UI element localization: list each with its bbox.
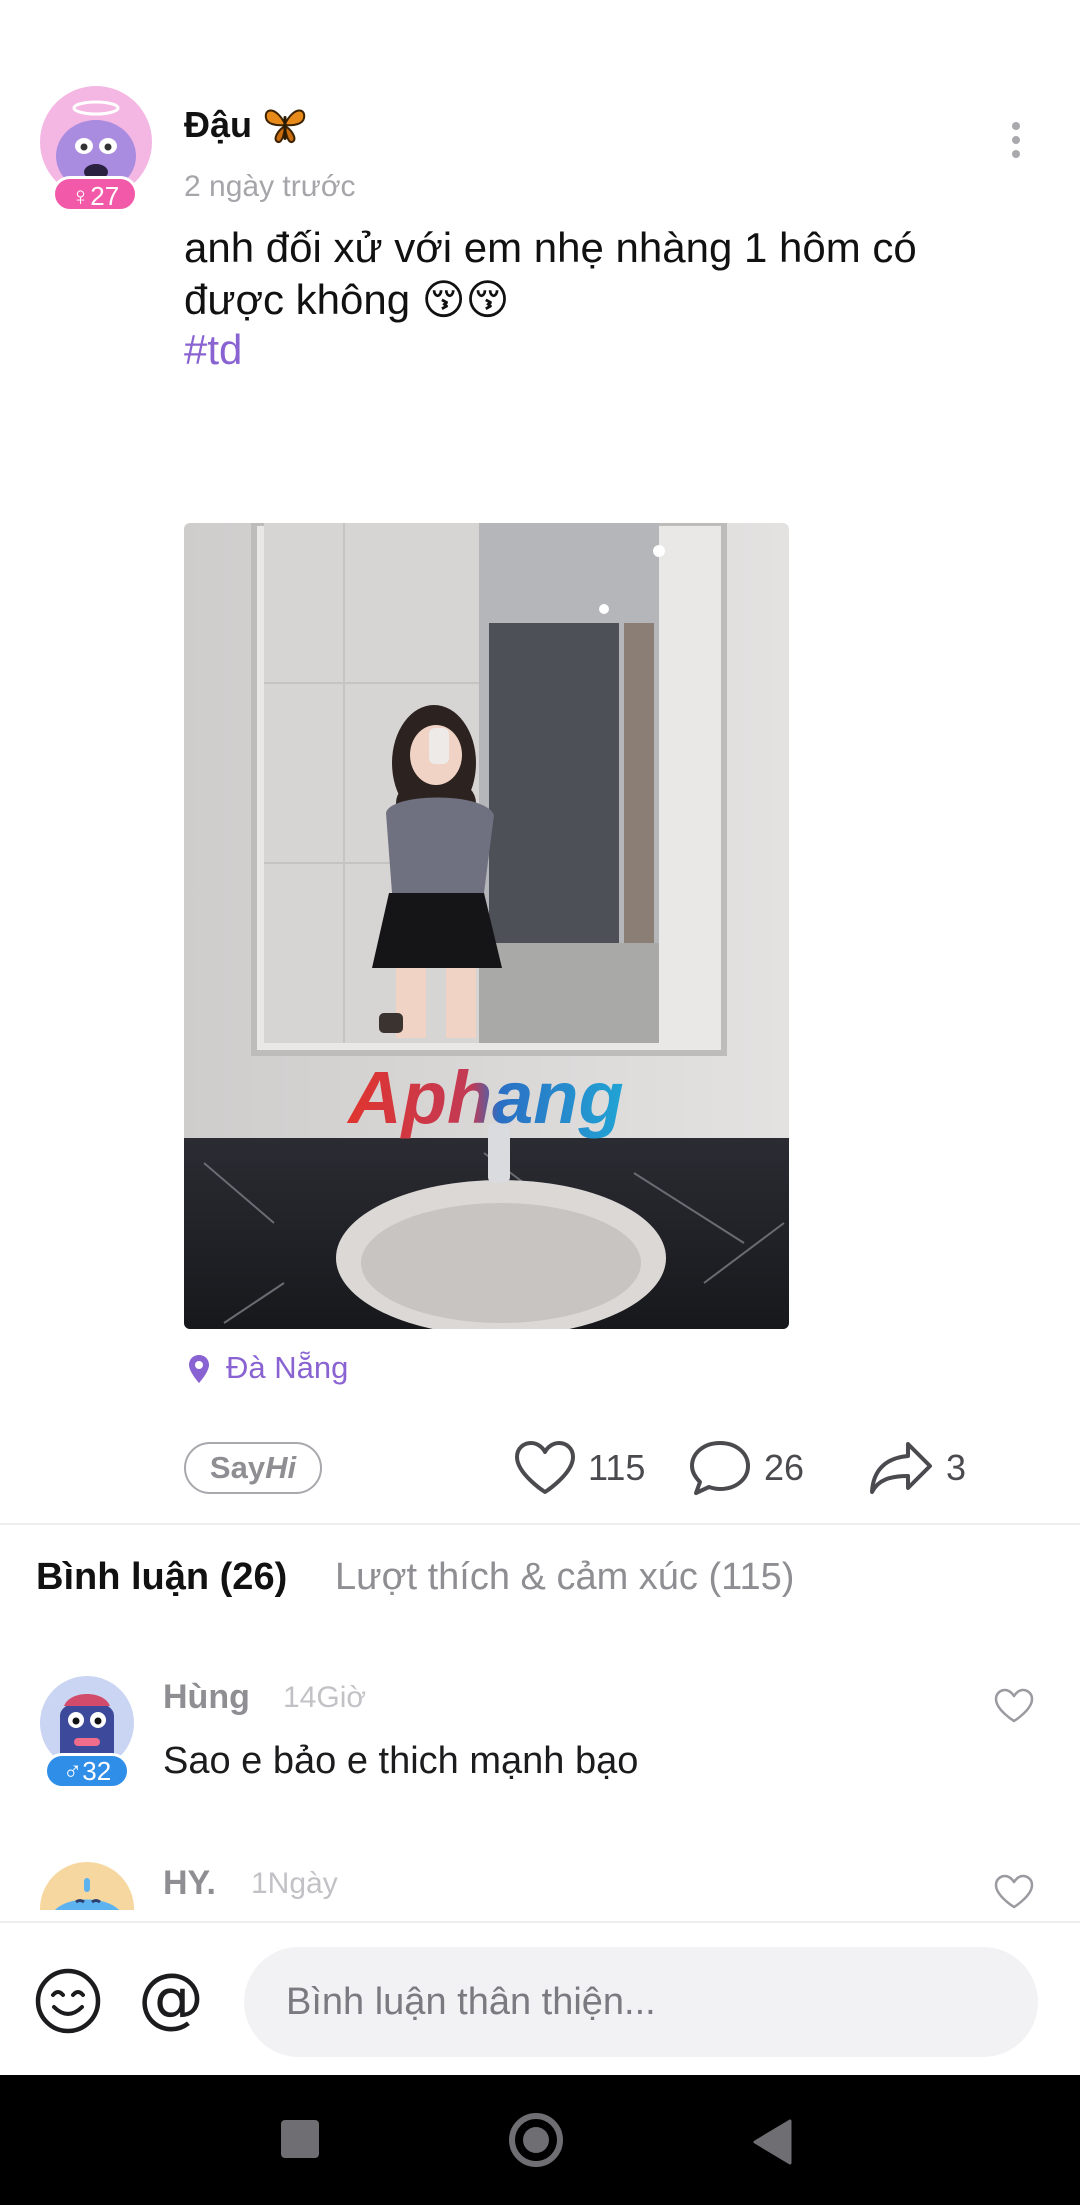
comment-input[interactable] bbox=[244, 1947, 1038, 2057]
comment-text: Sao e bảo e thich mạnh bạo bbox=[163, 1740, 639, 1782]
male-icon: ♂ bbox=[62, 1756, 83, 1786]
say-hi-prefix: Say bbox=[209, 1450, 266, 1485]
post-text-line2: được không 😚😚 bbox=[184, 276, 510, 323]
commenter-avatar[interactable] bbox=[40, 1862, 134, 1910]
post-text: anh đối xử với em nhẹ nhàng 1 hôm có đượ… bbox=[184, 222, 1024, 326]
author-name[interactable]: Đậu bbox=[184, 104, 252, 146]
comment-like-icon[interactable] bbox=[994, 1874, 1034, 1910]
comment-button[interactable]: 26 bbox=[688, 1438, 804, 1498]
location-name: Đà Nẵng bbox=[226, 1350, 349, 1385]
age-badge: ♀27 bbox=[52, 176, 138, 212]
tab-likes-reactions[interactable]: Lượt thích & cảm xúc (115) bbox=[335, 1556, 794, 1599]
comment-count: 26 bbox=[764, 1447, 805, 1488]
commenter-name[interactable]: HY. bbox=[163, 1864, 216, 1903]
comment-time: 1Ngày bbox=[251, 1867, 338, 1900]
location-pin-icon bbox=[189, 1355, 209, 1383]
system-navigation-bar bbox=[0, 2075, 1080, 2205]
smiley-icon[interactable] bbox=[34, 1967, 102, 2035]
divider bbox=[0, 1523, 1080, 1525]
share-arrow-icon bbox=[870, 1442, 932, 1494]
comment-time: 14Giờ bbox=[283, 1681, 367, 1714]
hashtag-link[interactable]: #td bbox=[184, 326, 242, 374]
nav-recent-icon[interactable] bbox=[281, 2120, 319, 2158]
commenter-name[interactable]: Hùng bbox=[163, 1678, 250, 1717]
photo-watermark: Aphang bbox=[346, 1056, 623, 1139]
commenter-age-badge: ♂32 bbox=[44, 1753, 130, 1789]
comment-like-icon[interactable] bbox=[994, 1688, 1034, 1724]
share-button[interactable]: 3 bbox=[868, 1438, 966, 1498]
female-icon: ♀ bbox=[70, 181, 91, 212]
author-avatar[interactable]: ♀27 bbox=[40, 86, 152, 212]
share-count: 3 bbox=[946, 1447, 967, 1488]
age-value: 27 bbox=[90, 181, 120, 212]
comment-input-bar: @ bbox=[0, 1921, 1080, 2075]
like-button[interactable]: 115 bbox=[514, 1438, 645, 1498]
nav-home-icon[interactable] bbox=[509, 2113, 563, 2167]
post-text-line1: anh đối xử với em nhẹ nhàng 1 hôm có bbox=[184, 224, 917, 271]
like-count: 115 bbox=[588, 1447, 646, 1488]
commenter-age: 32 bbox=[82, 1756, 112, 1786]
say-hi-button[interactable]: SayHi bbox=[184, 1442, 322, 1494]
nav-back-icon[interactable] bbox=[752, 2119, 792, 2165]
comment-bubble-icon bbox=[690, 1441, 750, 1495]
more-icon[interactable] bbox=[1004, 122, 1028, 162]
say-hi-suffix: Hi bbox=[265, 1450, 297, 1485]
post-photo[interactable]: Aphang bbox=[184, 523, 789, 1329]
post-time: 2 ngày trước bbox=[184, 170, 356, 203]
butterfly-icon bbox=[262, 104, 308, 151]
mention-button[interactable]: @ bbox=[138, 1959, 204, 2036]
commenter-avatar-clip bbox=[40, 1862, 134, 1910]
heart-icon bbox=[515, 1441, 575, 1494]
tab-comments[interactable]: Bình luận (26) bbox=[36, 1556, 287, 1599]
